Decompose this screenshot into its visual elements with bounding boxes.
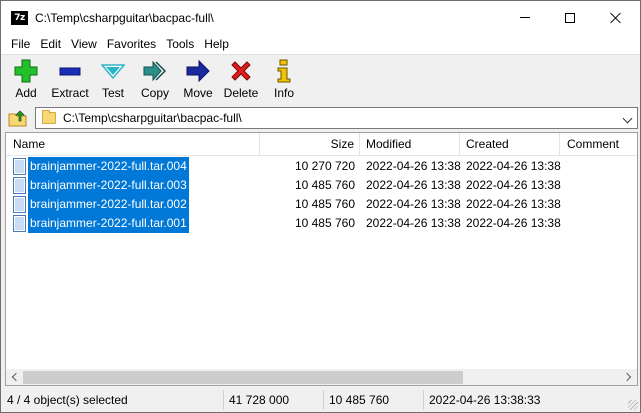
folder-icon (42, 110, 56, 124)
file-icon (13, 177, 26, 194)
extract-button[interactable]: Extract (49, 59, 91, 103)
status-divider (423, 390, 424, 410)
app-window: 7z C:\Temp\csharpguitar\bacpac-full\ Fil… (0, 0, 641, 413)
file-list[interactable]: Name Size Modified Created Comment brain… (5, 132, 638, 386)
file-icon (13, 196, 26, 213)
file-row[interactable]: brainjammer-2022-full.tar.001 10 485 760… (6, 214, 637, 233)
resize-grip-icon[interactable] (628, 400, 638, 410)
extract-label: Extract (51, 86, 89, 100)
test-label: Test (101, 86, 124, 100)
title-bar[interactable]: 7z C:\Temp\csharpguitar\bacpac-full\ (1, 1, 640, 34)
add-label: Add (15, 86, 37, 100)
address-path: C:\Temp\csharpguitar\bacpac-full\ (63, 111, 242, 125)
list-header: Name Size Modified Created Comment (6, 133, 637, 156)
file-size: 10 485 760 (294, 178, 355, 192)
checkmark-chevron-icon (100, 59, 126, 83)
file-row[interactable]: brainjammer-2022-full.tar.003 10 485 760… (6, 176, 637, 195)
file-size: 10 485 760 (294, 197, 355, 211)
status-total-size: 41 728 000 (229, 393, 290, 407)
file-size: 10 485 760 (294, 216, 355, 230)
7zip-app-icon[interactable]: 7z (11, 11, 28, 25)
delete-label: Delete (223, 86, 259, 100)
file-modified: 2022-04-26 13:38 (366, 197, 461, 211)
minus-icon (58, 59, 82, 83)
address-field[interactable]: C:\Temp\csharpguitar\bacpac-full\ (35, 107, 638, 129)
scroll-left-icon[interactable] (6, 369, 23, 385)
file-created: 2022-04-26 13:38 (466, 178, 561, 192)
horizontal-scrollbar[interactable] (6, 369, 637, 385)
menu-view[interactable]: View (66, 34, 102, 54)
plus-icon (14, 59, 38, 83)
menu-file[interactable]: File (1, 34, 35, 54)
file-name: brainjammer-2022-full.tar.004 (28, 157, 189, 176)
status-bar: 4 / 4 object(s) selected 41 728 000 10 4… (1, 387, 640, 412)
file-created: 2022-04-26 13:38 (466, 216, 561, 230)
move-label: Move (183, 86, 213, 100)
close-icon (610, 12, 622, 24)
test-button[interactable]: Test (99, 59, 127, 103)
file-size: 10 270 720 (294, 159, 355, 173)
minimize-button[interactable] (502, 1, 548, 34)
double-arrow-icon (143, 59, 167, 83)
file-row[interactable]: brainjammer-2022-full.tar.002 10 485 760… (6, 195, 637, 214)
info-button[interactable]: Info (271, 59, 297, 103)
red-x-icon (229, 59, 253, 83)
delete-button[interactable]: Delete (222, 59, 260, 103)
toolbar: Add Extract Test Copy Move Delete Info (1, 54, 640, 104)
column-header-modified[interactable]: Modified (360, 133, 460, 156)
file-name: brainjammer-2022-full.tar.002 (28, 195, 189, 214)
menu-tools[interactable]: Tools (161, 34, 199, 54)
menu-favorites[interactable]: Favorites (102, 34, 161, 54)
column-header-created[interactable]: Created (460, 133, 560, 156)
scroll-right-icon[interactable] (620, 369, 637, 385)
info-label: Info (273, 86, 294, 100)
column-header-size[interactable]: Size (260, 133, 360, 156)
status-selection: 4 / 4 object(s) selected (7, 393, 128, 407)
column-header-name[interactable]: Name (6, 133, 260, 156)
maximize-button[interactable] (547, 1, 593, 34)
maximize-icon (565, 12, 575, 23)
file-icon (13, 158, 26, 175)
file-created: 2022-04-26 13:38 (466, 197, 561, 211)
add-button[interactable]: Add (11, 59, 41, 103)
chevron-down-icon[interactable] (622, 113, 633, 124)
address-row: C:\Temp\csharpguitar\bacpac-full\ (1, 105, 640, 132)
file-created: 2022-04-26 13:38 (466, 159, 561, 173)
file-icon (13, 215, 26, 232)
file-modified: 2022-04-26 13:38 (366, 159, 461, 173)
file-row[interactable]: brainjammer-2022-full.tar.004 10 270 720… (6, 157, 637, 176)
file-modified: 2022-04-26 13:38 (366, 178, 461, 192)
minimize-icon (520, 17, 530, 18)
menu-bar: File Edit View Favorites Tools Help (1, 34, 640, 54)
close-button[interactable] (593, 1, 639, 34)
folder-up-button[interactable] (7, 108, 29, 128)
info-icon (272, 59, 296, 83)
window-title: C:\Temp\csharpguitar\bacpac-full\ (35, 11, 214, 25)
copy-button[interactable]: Copy (139, 59, 171, 103)
column-header-comment[interactable]: Comment (560, 133, 637, 156)
status-divider (223, 390, 224, 410)
scroll-thumb[interactable] (23, 371, 463, 384)
menu-help[interactable]: Help (199, 34, 234, 54)
menu-edit[interactable]: Edit (35, 34, 66, 54)
status-focused-size: 10 485 760 (329, 393, 390, 407)
folder-up-icon (8, 110, 27, 127)
status-divider (323, 390, 324, 410)
right-arrow-icon (186, 59, 210, 83)
copy-label: Copy (140, 86, 169, 100)
file-modified: 2022-04-26 13:38 (366, 216, 461, 230)
file-name: brainjammer-2022-full.tar.003 (28, 176, 189, 195)
file-name: brainjammer-2022-full.tar.001 (28, 214, 189, 233)
move-button[interactable]: Move (182, 59, 214, 103)
status-focused-date: 2022-04-26 13:38:33 (429, 393, 541, 407)
